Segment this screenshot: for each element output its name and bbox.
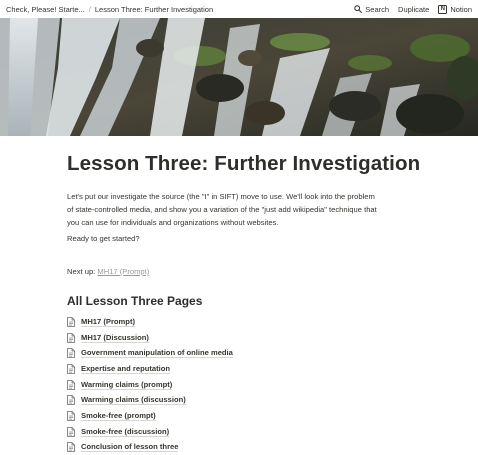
page-link-label: Warming claims (prompt) bbox=[81, 379, 173, 390]
ready-text: Ready to get started? bbox=[67, 234, 140, 243]
document-icon bbox=[67, 316, 75, 327]
duplicate-button[interactable]: Duplicate bbox=[398, 5, 429, 14]
notion-logo-icon: N bbox=[438, 4, 448, 14]
document-icon bbox=[67, 332, 75, 343]
page-link-label: Smoke-free (prompt) bbox=[81, 410, 156, 421]
top-bar: Check, Please! Starte... / Lesson Three:… bbox=[0, 0, 478, 18]
page-link-label: MH17 (Prompt) bbox=[81, 316, 136, 327]
page-link-label: MH17 (Discussion) bbox=[81, 332, 149, 343]
next-up-label: Next up: bbox=[67, 267, 98, 276]
topbar-actions: Search Duplicate N Notion bbox=[354, 4, 472, 14]
search-icon bbox=[354, 5, 363, 13]
intro-line-3: you can use for individuals and organiza… bbox=[67, 218, 279, 227]
notion-button[interactable]: N Notion bbox=[438, 4, 472, 14]
page-link-label: Smoke-free (discussion) bbox=[81, 426, 170, 437]
document-icon bbox=[67, 442, 75, 453]
page-content: Lesson Three: Further Investigation Let'… bbox=[67, 150, 427, 455]
page-link-warming-claims-prompt[interactable]: Warming claims (prompt) bbox=[67, 377, 427, 393]
breadcrumb-parent[interactable]: Check, Please! Starte... bbox=[6, 5, 85, 14]
page-title: Lesson Three: Further Investigation bbox=[67, 152, 421, 175]
document-icon bbox=[67, 411, 75, 421]
search-label: Search bbox=[365, 4, 390, 14]
page-link-label: Conclusion of lesson three bbox=[81, 442, 179, 453]
page-link-label: Warming claims (discussion) bbox=[81, 395, 186, 406]
page-link-smoke-free-prompt[interactable]: Smoke-free (prompt) bbox=[67, 408, 427, 424]
document-icon bbox=[67, 364, 75, 374]
next-up: Next up: MH17 (Prompt) bbox=[67, 266, 427, 278]
document-icon bbox=[67, 379, 75, 390]
document-icon bbox=[67, 395, 75, 406]
notion-label: Notion bbox=[450, 4, 472, 14]
intro-line-2: of state-controlled media, and show you … bbox=[67, 205, 377, 214]
section-heading: All Lesson Three Pages bbox=[67, 294, 203, 308]
document-icon bbox=[67, 348, 75, 359]
page-link-government-manipulation[interactable]: Government manipulation of online media bbox=[67, 345, 427, 361]
breadcrumb-current[interactable]: Lesson Three: Further Investigation bbox=[95, 5, 213, 14]
duplicate-label: Duplicate bbox=[398, 4, 430, 14]
page-list: MH17 (Prompt) MH17 (Discussion) Governme… bbox=[67, 314, 427, 455]
waterfall-cover-image bbox=[0, 18, 478, 136]
search-button[interactable]: Search bbox=[354, 5, 389, 14]
page-link-expertise-reputation[interactable]: Expertise and reputation bbox=[67, 361, 427, 377]
intro-line-1: Let's put our investigate the source (th… bbox=[67, 192, 375, 201]
page-link-warming-claims-discussion[interactable]: Warming claims (discussion) bbox=[67, 392, 427, 408]
page-link-conclusion[interactable]: Conclusion of lesson three bbox=[67, 440, 427, 455]
page-link-smoke-free-discussion[interactable]: Smoke-free (discussion) bbox=[67, 424, 427, 440]
breadcrumb-separator: / bbox=[88, 4, 91, 14]
intro-paragraph: Let's put our investigate the source (th… bbox=[67, 190, 427, 229]
page-link-label: Expertise and reputation bbox=[81, 363, 171, 374]
cover-image bbox=[0, 18, 478, 136]
next-up-link[interactable]: MH17 (Prompt) bbox=[97, 267, 149, 276]
page-link-mh17-discussion[interactable]: MH17 (Discussion) bbox=[67, 330, 427, 346]
page-link-label: Government manipulation of online media bbox=[81, 348, 233, 359]
page-link-mh17-prompt[interactable]: MH17 (Prompt) bbox=[67, 314, 427, 330]
document-icon bbox=[67, 426, 75, 437]
